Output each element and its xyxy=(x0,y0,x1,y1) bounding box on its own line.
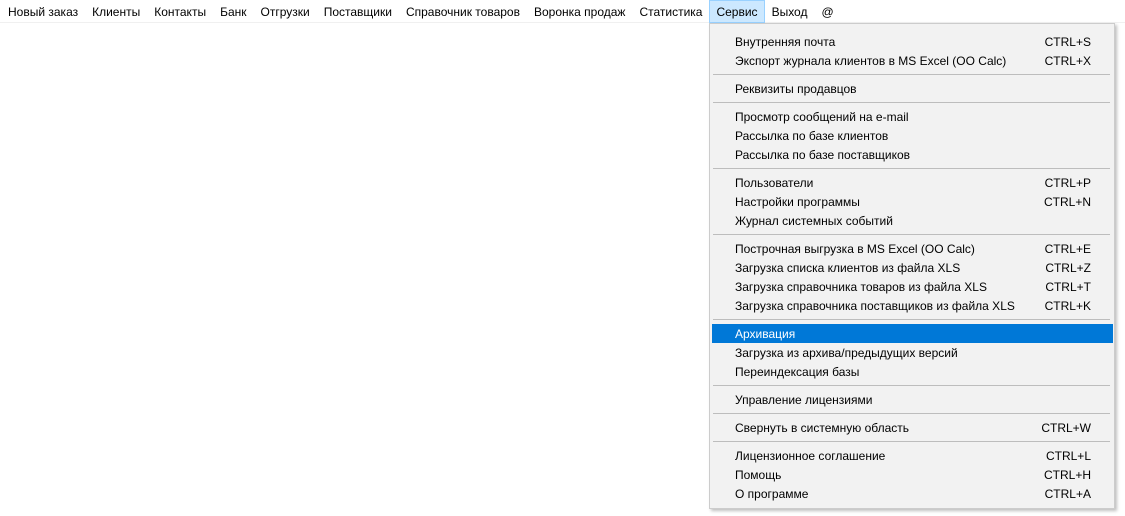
menu-item-seller-details[interactable]: Реквизиты продавцов xyxy=(712,79,1113,98)
menu-item-label: Пользователи xyxy=(735,175,814,190)
menu-item-archiving[interactable]: Архивация xyxy=(712,324,1113,343)
menu-clients[interactable]: Клиенты xyxy=(85,0,147,23)
menu-item-label: Загрузка справочника поставщиков из файл… xyxy=(735,298,1015,313)
menu-item-shortcut: CTRL+T xyxy=(1045,279,1091,294)
menu-item-shortcut: CTRL+Z xyxy=(1045,260,1091,275)
menu-separator xyxy=(713,437,1110,446)
menu-item-label: О программе xyxy=(735,486,809,501)
menu-item-help[interactable]: Помощь CTRL+H xyxy=(712,465,1113,484)
menu-item-label: Загрузка списка клиентов из файла XLS xyxy=(735,260,961,275)
menu-item-label: Загрузка из архива/предыдущих версий xyxy=(735,345,958,360)
menu-item-import-products-xls[interactable]: Загрузка справочника товаров из файла XL… xyxy=(712,277,1113,296)
menu-item-shortcut: CTRL+N xyxy=(1043,194,1091,209)
menu-item-label: Лицензионное соглашение xyxy=(735,448,886,463)
menu-item-label: Архивация xyxy=(735,326,796,341)
menu-sales-funnel[interactable]: Воронка продаж xyxy=(527,0,632,23)
menu-item-mailing-clients[interactable]: Рассылка по базе клиентов xyxy=(712,126,1113,145)
menu-item-license-management[interactable]: Управление лицензиями xyxy=(712,390,1113,409)
menu-exit[interactable]: Выход xyxy=(765,0,815,23)
menu-product-catalog[interactable]: Справочник товаров xyxy=(399,0,527,23)
menu-item-about[interactable]: О программе CTRL+A xyxy=(712,484,1113,503)
menu-item-import-suppliers-xls[interactable]: Загрузка справочника поставщиков из файл… xyxy=(712,296,1113,315)
menu-item-program-settings[interactable]: Настройки программы CTRL+N xyxy=(712,192,1113,211)
menu-separator xyxy=(713,164,1110,173)
menu-item-minimize-to-tray[interactable]: Свернуть в системную область CTRL+W xyxy=(712,418,1113,437)
menu-item-label: Управление лицензиями xyxy=(735,392,873,407)
menu-item-internal-mail[interactable]: Внутренняя почта CTRL+S xyxy=(712,32,1113,51)
menu-item-shortcut: CTRL+S xyxy=(1044,34,1091,49)
menu-item-users[interactable]: Пользователи CTRL+P xyxy=(712,173,1113,192)
menu-item-restore-archive[interactable]: Загрузка из архива/предыдущих версий xyxy=(712,343,1113,362)
menu-item-label: Помощь xyxy=(735,467,782,482)
menu-item-mailing-suppliers[interactable]: Рассылка по базе поставщиков xyxy=(712,145,1113,164)
menu-item-label: Журнал системных событий xyxy=(735,213,893,228)
menu-item-shortcut: CTRL+L xyxy=(1045,448,1091,463)
menu-separator xyxy=(713,230,1110,239)
menu-separator xyxy=(713,98,1110,107)
menu-item-label: Загрузка справочника товаров из файла XL… xyxy=(735,279,987,294)
menu-item-shortcut: CTRL+W xyxy=(1041,420,1091,435)
menu-email-at[interactable]: @ xyxy=(814,0,840,23)
menu-contacts[interactable]: Контакты xyxy=(147,0,213,23)
menu-item-label: Реквизиты продавцов xyxy=(735,81,857,96)
menu-item-shortcut: CTRL+X xyxy=(1044,53,1091,68)
menu-item-label: Построчная выгрузка в MS Excel (OO Calc) xyxy=(735,241,975,256)
menu-item-reindex-database[interactable]: Переиндексация базы xyxy=(712,362,1113,381)
menu-item-label: Настройки программы xyxy=(735,194,860,209)
menu-item-shortcut: CTRL+E xyxy=(1044,241,1091,256)
menu-item-label: Рассылка по базе поставщиков xyxy=(735,147,911,162)
menu-service[interactable]: Сервис xyxy=(709,0,765,23)
menu-separator xyxy=(713,70,1110,79)
menu-item-label: Свернуть в системную область xyxy=(735,420,910,435)
menu-item-label: Экспорт журнала клиентов в MS Excel (OO … xyxy=(735,53,1007,68)
menu-separator xyxy=(713,381,1110,390)
menu-statistics[interactable]: Статистика xyxy=(632,0,709,23)
menu-item-import-clients-xls[interactable]: Загрузка списка клиентов из файла XLS CT… xyxy=(712,258,1113,277)
menu-item-row-export-excel[interactable]: Построчная выгрузка в MS Excel (OO Calc)… xyxy=(712,239,1113,258)
menu-item-view-email[interactable]: Просмотр сообщений на e-mail xyxy=(712,107,1113,126)
menu-bar: Новый заказ Клиенты Контакты Банк Отгруз… xyxy=(0,0,1125,23)
menu-bank[interactable]: Банк xyxy=(213,0,253,23)
menu-item-system-event-log[interactable]: Журнал системных событий xyxy=(712,211,1113,230)
menu-item-label: Внутренняя почта xyxy=(735,34,836,49)
menu-item-shortcut: CTRL+H xyxy=(1043,467,1091,482)
menu-item-label: Просмотр сообщений на e-mail xyxy=(735,109,909,124)
menu-item-label: Рассылка по базе клиентов xyxy=(735,128,889,143)
service-dropdown-menu: Внутренняя почта CTRL+S Экспорт журнала … xyxy=(709,23,1115,509)
menu-separator xyxy=(713,409,1110,418)
menu-item-shortcut: CTRL+K xyxy=(1044,298,1091,313)
menu-item-shortcut: CTRL+P xyxy=(1044,175,1091,190)
menu-shipments[interactable]: Отгрузки xyxy=(254,0,317,23)
menu-item-shortcut: CTRL+A xyxy=(1044,486,1091,501)
menu-item-label: Переиндексация базы xyxy=(735,364,860,379)
menu-item-export-client-log[interactable]: Экспорт журнала клиентов в MS Excel (OO … xyxy=(712,51,1113,70)
menu-separator xyxy=(713,315,1110,324)
menu-item-license-agreement[interactable]: Лицензионное соглашение CTRL+L xyxy=(712,446,1113,465)
menu-suppliers[interactable]: Поставщики xyxy=(317,0,399,23)
menu-new-order[interactable]: Новый заказ xyxy=(1,0,85,23)
